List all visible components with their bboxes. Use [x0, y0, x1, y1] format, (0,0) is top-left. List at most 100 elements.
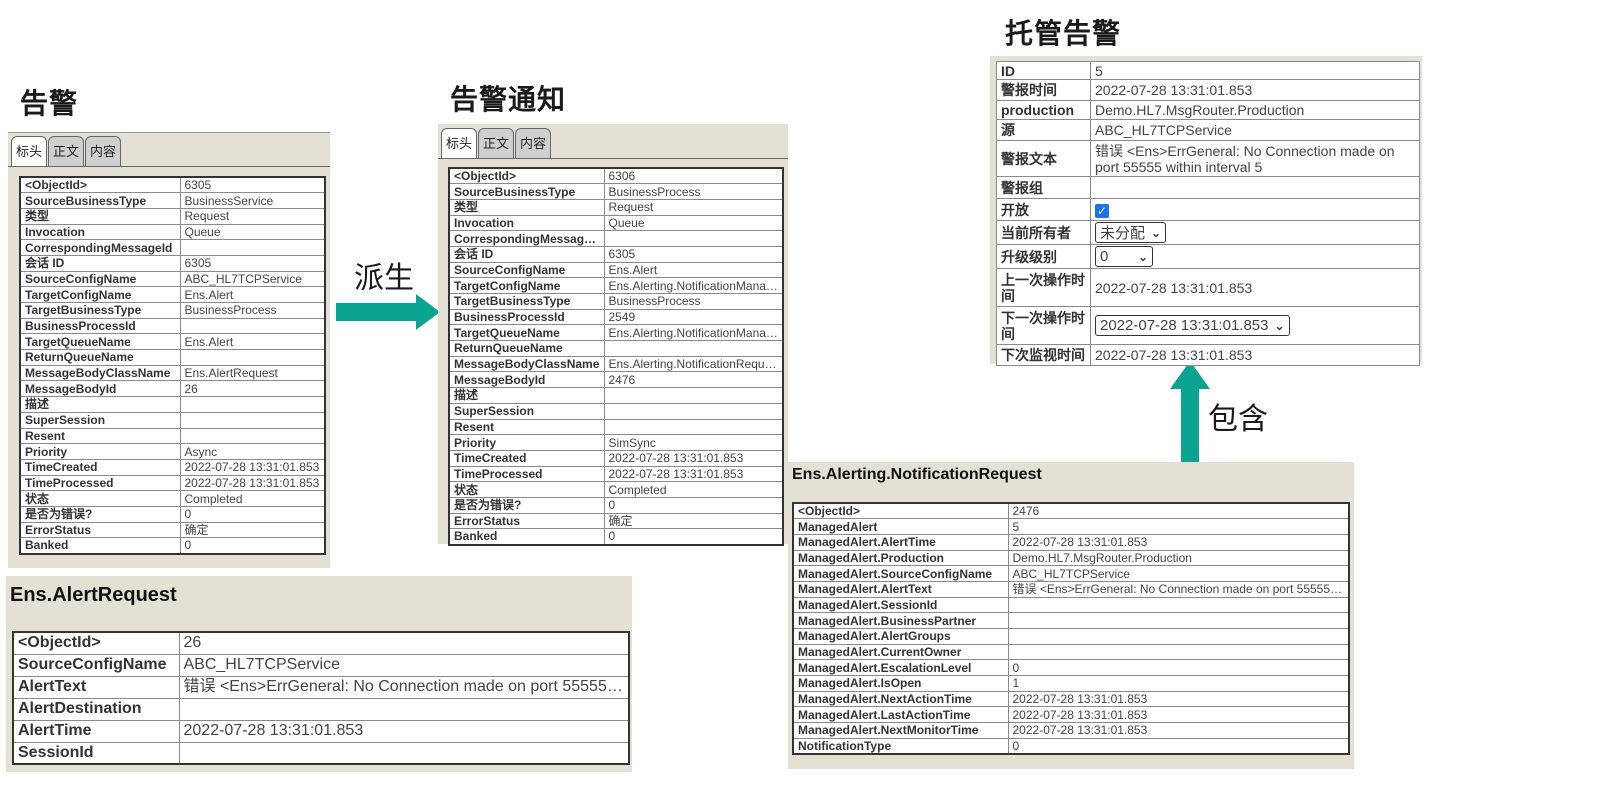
table-row: ManagedAlert.Production Demo.HL7.MsgRoute… — [792, 549, 1350, 567]
field-label: TargetConfigName — [19, 286, 181, 303]
field-label: <ObjectId> — [19, 176, 181, 194]
field-value: 2022-07-28 13:31:01.853 — [1007, 690, 1350, 708]
table-row: ErrorStatus 确定 — [448, 512, 784, 530]
field-value: Ens.AlertRequest — [179, 364, 326, 382]
field-label: 是否为错误? — [448, 496, 605, 514]
table-row: MessageBodyClassName Ens.AlertRequest — [19, 364, 326, 382]
field-value: Ens.Alert — [179, 286, 326, 303]
field-value — [1007, 612, 1350, 629]
table-row: 会话 ID 6305 — [19, 254, 326, 272]
field-label: 状态 — [19, 490, 181, 507]
table-row: ManagedAlert.EscalationLevel 0 — [792, 659, 1350, 677]
table-row: 上一次操作时间 2022-07-28 13:31:01.853 — [996, 268, 1420, 307]
table-row: Banked 0 — [448, 528, 784, 545]
table-row: AlertDestination — [12, 697, 630, 721]
table-row: Priority Async — [19, 443, 326, 460]
table-row: TargetBusinessType BusinessProcess — [448, 293, 784, 310]
tab-header[interactable]: 标头 — [11, 136, 48, 167]
tab-content[interactable]: 内容 — [515, 128, 552, 158]
field-label: Banked — [448, 528, 605, 545]
field-value: 6306 — [603, 167, 784, 185]
field-label: 升级级别 — [996, 244, 1091, 269]
table-row: SourceBusinessType BusinessService — [19, 192, 326, 209]
table-row: ManagedAlert.AlertTime 2022-07-28 13:31:0… — [792, 533, 1350, 551]
tab-header[interactable]: 标头 — [441, 128, 478, 159]
next-action-time-select[interactable]: 2022-07-28 13:31:01.853 ⌄ — [1095, 315, 1290, 336]
table-row: TargetQueueName Ens.Alert — [19, 333, 326, 351]
table-row: MessageBodyId 2476 — [448, 371, 784, 389]
alert-text-value: 错误 <Ens>ErrGeneral: No Connection made o… — [1090, 140, 1420, 177]
field-value: 5 — [1007, 518, 1350, 535]
tab-divider — [8, 166, 330, 167]
tab-body[interactable]: 正文 — [48, 136, 85, 166]
field-value: 2022-07-28 13:31:01.853 — [1090, 79, 1420, 101]
table-row: TargetConfigName Ens.Alerting.Notificatio… — [448, 277, 784, 294]
field-value: Queue — [603, 214, 784, 232]
field-label: SessionId — [12, 741, 180, 765]
table-row: CorrespondingMessageId — [448, 230, 784, 247]
tab-content[interactable]: 内容 — [85, 136, 122, 166]
table-row: SourceConfigName ABC_HL7TCPService — [12, 653, 630, 677]
table-row: ManagedAlert.BusinessPartner — [792, 612, 1350, 629]
field-value — [1007, 643, 1350, 661]
table-row: 是否为错误? 0 — [19, 505, 326, 523]
field-value: 2022-07-28 13:31:01.853 — [603, 449, 784, 467]
field-label: ManagedAlert.NextActionTime — [792, 690, 1009, 708]
field-label: 类型 — [19, 207, 181, 225]
field-label: MessageBodyClassName — [19, 364, 181, 382]
table-row: ManagedAlert.SessionId — [792, 596, 1350, 614]
field-label: Resent — [19, 427, 181, 445]
field-value — [1090, 176, 1420, 199]
table-row: Invocation Queue — [19, 223, 326, 241]
field-value: SimSync — [603, 434, 784, 451]
field-label: production — [996, 100, 1091, 120]
field-label: ReturnQueueName — [448, 340, 605, 357]
field-label: Priority — [19, 443, 181, 460]
owner-select[interactable]: 未分配 ⌄ — [1095, 222, 1167, 243]
table-row: <ObjectId> 26 — [12, 631, 630, 655]
table-row: SuperSession — [448, 402, 784, 420]
field-label: Invocation — [448, 214, 605, 232]
table-row: <ObjectId> 6305 — [19, 176, 326, 194]
table-row: ReturnQueueName — [448, 340, 784, 357]
field-label: TargetQueueName — [448, 324, 605, 342]
table-row: ManagedAlert 5 — [792, 518, 1350, 535]
table-row: 警报时间 2022-07-28 13:31:01.853 — [996, 79, 1420, 101]
field-value: Request — [179, 207, 326, 225]
field-label: 当前所有者 — [996, 220, 1091, 245]
field-value: BusinessService — [179, 192, 326, 209]
chevron-down-icon: ⌄ — [1137, 249, 1148, 264]
field-label: ErrorStatus — [448, 512, 605, 530]
field-label: Resent — [448, 418, 605, 436]
field-value — [179, 239, 326, 256]
table-row: ManagedAlert.CurrentOwner — [792, 643, 1350, 661]
open-checkbox[interactable]: ✓ — [1095, 203, 1109, 218]
field-value: Queue — [179, 223, 326, 241]
field-value: 确定 — [603, 512, 784, 530]
table-row: 会话 ID 6305 — [448, 245, 784, 263]
field-value: Ens.Alerting.NotificationRequest — [603, 355, 784, 373]
tab-body[interactable]: 正文 — [478, 128, 515, 158]
field-label: ManagedAlert.LastActionTime — [792, 706, 1009, 724]
escalation-level-select[interactable]: 0 ⌄ — [1095, 246, 1153, 267]
field-value: Ens.Alerting.NotificationManager — [603, 324, 784, 342]
table-row: 描述 — [19, 396, 326, 413]
field-value — [179, 411, 326, 429]
field-value: 错误 <Ens>ErrGeneral: No Connection made o… — [1007, 580, 1350, 598]
field-value: ABC_HL7TCPService — [1007, 565, 1350, 582]
field-label: ManagedAlert.BusinessPartner — [792, 612, 1009, 629]
table-row: NotificationType 0 — [792, 737, 1350, 755]
next-select-value: 2022-07-28 13:31:01.853 — [1100, 317, 1269, 334]
field-value: 2022-07-28 13:31:01.853 — [603, 465, 784, 483]
field-label: 是否为错误? — [19, 505, 181, 523]
field-label: ManagedAlert.AlertText — [792, 580, 1009, 598]
field-label: AlertText — [12, 675, 180, 699]
table-row: ManagedAlert.LastActionTime 2022-07-28 13… — [792, 706, 1350, 724]
table-row: TimeCreated 2022-07-28 13:31:01.853 — [19, 458, 326, 476]
table-row: 升级级别 0 ⌄ — [996, 244, 1420, 269]
table-row: 状态 Completed — [448, 481, 784, 498]
field-label: CorrespondingMessageId — [448, 230, 605, 247]
notification-request-title: Ens.Alerting.NotificationRequest — [792, 466, 1042, 483]
field-value — [178, 741, 630, 765]
field-label: TimeProcessed — [19, 474, 181, 492]
